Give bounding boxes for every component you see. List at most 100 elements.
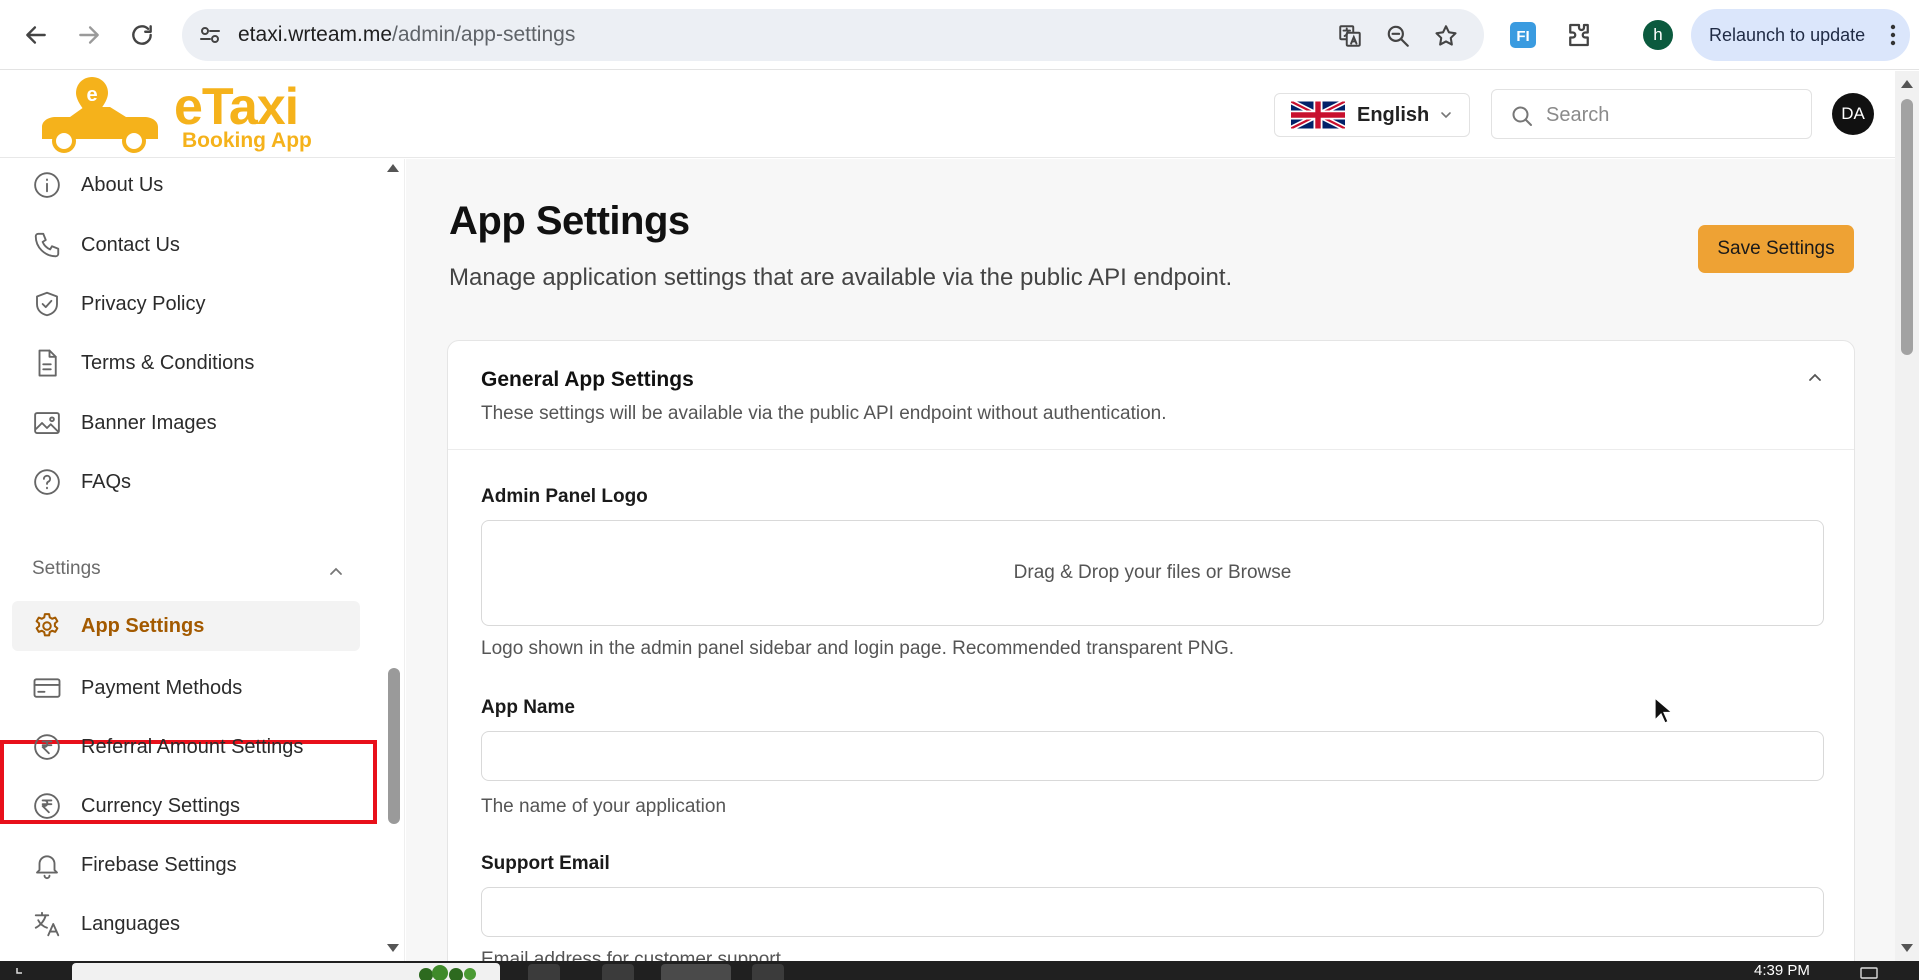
language-label: English <box>1357 103 1430 126</box>
help-circle-icon <box>34 469 60 495</box>
more-vert-icon[interactable] <box>1890 23 1896 47</box>
taskbar-app-explorer[interactable] <box>602 964 634 980</box>
taskbar-app-chrome[interactable] <box>661 964 731 980</box>
sidebar-item-label: Terms & Conditions <box>81 351 255 374</box>
logo-subtitle: Booking App <box>182 129 312 152</box>
sidebar-item-label: Currency Settings <box>81 794 240 817</box>
etaxi-logo[interactable]: e eTaxi Booking App <box>36 73 316 155</box>
sidebar-item-label: Contact Us <box>81 233 180 256</box>
page-title: App Settings <box>449 199 690 243</box>
sidebar-scroll-up-icon[interactable] <box>386 163 400 173</box>
app-name-help: The name of your application <box>481 796 727 817</box>
info-icon <box>34 172 60 198</box>
extensions-puzzle-icon[interactable] <box>1564 20 1594 50</box>
translate-icon <box>34 911 60 937</box>
support-email-input[interactable] <box>481 887 1824 937</box>
url-text: etaxi.wrteam.me/admin/app-settings <box>238 23 576 46</box>
sidebar-item-terms[interactable]: Terms & Conditions <box>0 338 370 388</box>
taskbar-decoration-icon <box>419 965 476 980</box>
sidebar-item-label: Firebase Settings <box>81 853 237 876</box>
uk-flag-icon <box>1291 101 1345 129</box>
notification-icon[interactable] <box>1860 967 1878 979</box>
sidebar-item-firebase-settings[interactable]: Firebase Settings <box>0 840 370 890</box>
page-scrollbar[interactable] <box>1895 71 1919 961</box>
sidebar-item-label: FAQs <box>81 470 132 493</box>
document-icon <box>38 349 57 377</box>
general-settings-card: General App Settings These settings will… <box>447 340 1855 961</box>
page-subtitle: Manage application settings that are ava… <box>449 264 1233 291</box>
support-email-label: Support Email <box>481 853 610 874</box>
sidebar-scroll-down-icon[interactable] <box>386 943 400 953</box>
main-content: App Settings Manage application settings… <box>406 159 1895 961</box>
credit-card-icon <box>33 678 61 698</box>
sidebar: About Us Contact Us Privacy Policy Terms… <box>0 159 405 961</box>
search-icon <box>1512 106 1532 126</box>
search-box[interactable] <box>1491 89 1812 139</box>
user-avatar[interactable]: DA <box>1832 93 1874 135</box>
mouse-cursor-icon <box>1654 696 1673 724</box>
arrow-left-icon <box>26 26 46 44</box>
translate-page-icon[interactable] <box>1337 23 1363 49</box>
chevron-down-icon <box>1441 112 1451 119</box>
address-bar[interactable]: etaxi.wrteam.me/admin/app-settings <box>182 9 1484 61</box>
bell-icon <box>36 855 58 880</box>
sidebar-item-label: App Settings <box>81 614 205 637</box>
scroll-up-icon[interactable] <box>1900 79 1914 89</box>
taskbar-clock[interactable]: 4:39 PM <box>1754 962 1810 979</box>
chevron-up-icon[interactable] <box>1804 366 1826 388</box>
taskbar-app-terminal[interactable] <box>752 964 784 980</box>
support-email-help: Email address for customer support <box>481 949 781 961</box>
sidebar-item-label: Privacy Policy <box>81 292 206 315</box>
sidebar-item-about-us[interactable]: About Us <box>0 160 370 210</box>
shield-check-icon <box>36 291 58 317</box>
language-selector[interactable]: English <box>1274 93 1470 137</box>
sidebar-item-referral-amount[interactable]: Referral Amount Settings <box>0 722 370 772</box>
os-taskbar: 4:39 PM <box>0 961 1919 980</box>
site-settings-icon[interactable] <box>198 23 222 47</box>
relaunch-label: Relaunch to update <box>1709 24 1866 45</box>
back-button[interactable] <box>19 18 53 52</box>
sidebar-item-faqs[interactable]: FAQs <box>0 457 370 507</box>
sidebar-scrollbar-thumb[interactable] <box>388 668 400 824</box>
logo-dropzone[interactable]: Drag & Drop your files or Browse <box>481 520 1824 626</box>
sidebar-item-label: Banner Images <box>81 411 217 434</box>
chevron-up-icon[interactable] <box>326 561 346 581</box>
reload-button[interactable] <box>125 18 159 52</box>
sidebar-item-app-settings[interactable]: App Settings <box>12 601 360 651</box>
sidebar-item-label: About Us <box>81 173 164 196</box>
sidebar-item-currency-settings[interactable]: Currency Settings <box>0 781 370 831</box>
sidebar-item-banner-images[interactable]: Banner Images <box>0 398 370 448</box>
sidebar-item-label: Languages <box>81 912 180 935</box>
save-settings-button[interactable]: Save Settings <box>1698 225 1854 273</box>
extension-fi-icon[interactable]: FI <box>1508 20 1538 50</box>
zoom-icon[interactable] <box>1385 23 1411 49</box>
card-divider <box>448 449 1854 450</box>
page-scrollbar-thumb[interactable] <box>1901 99 1913 355</box>
sidebar-item-contact-us[interactable]: Contact Us <box>0 220 370 270</box>
sidebar-item-label: Payment Methods <box>81 676 243 699</box>
reload-icon <box>132 25 152 45</box>
sidebar-item-privacy-policy[interactable]: Privacy Policy <box>0 279 370 329</box>
search-input[interactable] <box>1546 100 1796 130</box>
taxi-car-icon: e <box>42 77 158 153</box>
taskbar-app-chat[interactable] <box>528 964 560 980</box>
forward-button[interactable] <box>72 18 106 52</box>
gear-icon <box>35 613 59 637</box>
scroll-down-icon[interactable] <box>1900 943 1914 953</box>
sidebar-item-label: Referral Amount Settings <box>81 735 304 758</box>
start-icon[interactable] <box>10 966 24 980</box>
relaunch-button[interactable]: Relaunch to update <box>1691 9 1910 61</box>
app-name-input[interactable] <box>481 731 1824 781</box>
arrow-right-icon <box>79 26 99 44</box>
rupee-icon <box>34 734 60 760</box>
sidebar-item-payment-methods[interactable]: Payment Methods <box>0 663 370 713</box>
bookmark-star-icon[interactable] <box>1433 23 1459 49</box>
sidebar-item-languages[interactable]: Languages <box>0 899 370 949</box>
app-header: e eTaxi Booking App English DA <box>0 71 1895 158</box>
admin-logo-label: Admin Panel Logo <box>481 486 648 507</box>
profile-avatar[interactable]: h <box>1643 20 1673 50</box>
phone-icon <box>34 232 60 258</box>
app-name-label: App Name <box>481 697 575 718</box>
rupee-icon <box>34 793 60 819</box>
settings-section-title[interactable]: Settings <box>32 558 101 580</box>
